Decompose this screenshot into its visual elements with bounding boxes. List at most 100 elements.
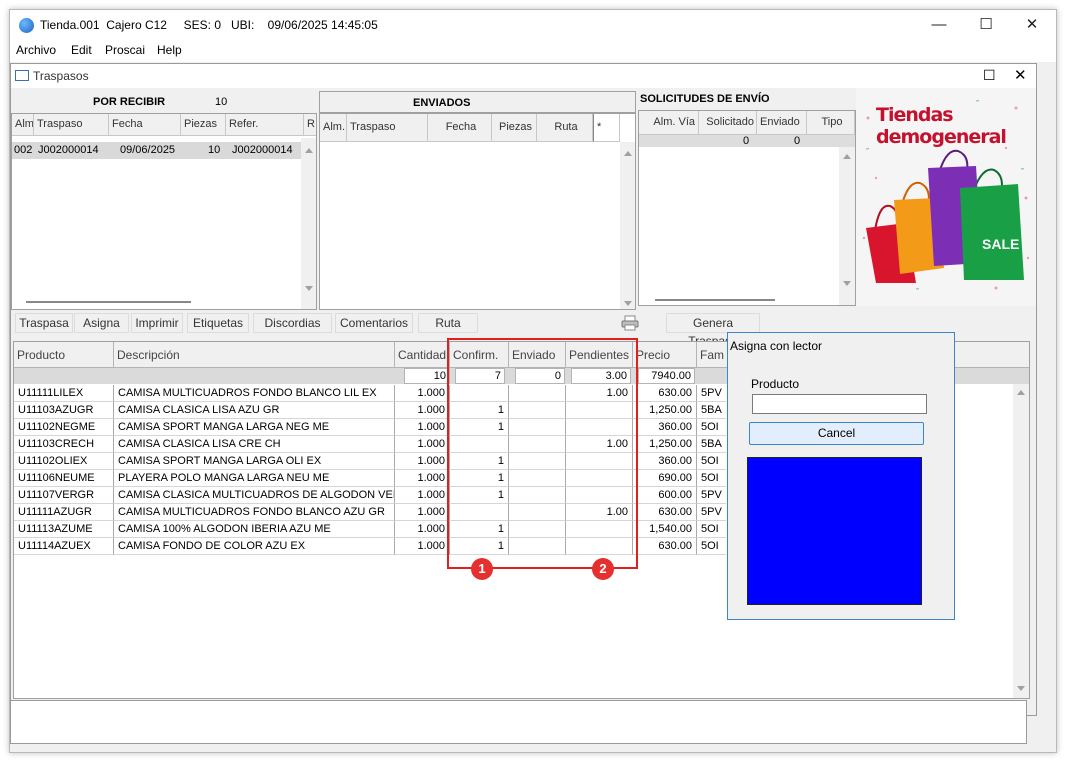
menu-bar: Archivo Edit Proscai Help xyxy=(10,40,1056,62)
cell-descripcion: CAMISA CLASICA LISA AZU GR xyxy=(114,402,395,419)
etiquetas-button[interactable]: Etiquetas xyxy=(187,313,249,333)
cell-descripcion: CAMISA SPORT MANGA LARGA NEG ME xyxy=(114,419,395,436)
solicitudes-vscroll[interactable] xyxy=(839,147,855,305)
maximize-button[interactable]: ☐ xyxy=(963,10,1009,40)
app-globe-icon xyxy=(19,18,34,33)
cell-descripcion: PLAYERA POLO MANGA LARGA NEU ME xyxy=(114,470,395,487)
por-recibir-count: 10 xyxy=(215,96,228,108)
col-r[interactable]: R xyxy=(304,114,316,136)
comentarios-button[interactable]: Comentarios xyxy=(335,313,413,333)
menu-help[interactable]: Help xyxy=(157,43,182,57)
row-fecha: 09/06/2025 xyxy=(120,144,176,156)
cell-producto: U11107VERGR xyxy=(14,487,114,504)
por-recibir-vscroll[interactable] xyxy=(301,138,316,309)
traspasa-button[interactable]: Traspasa xyxy=(15,313,73,333)
col-traspaso[interactable]: Traspaso xyxy=(34,114,109,136)
bottom-strip xyxy=(10,700,1027,744)
cell-fam: 5OI xyxy=(697,470,726,487)
scroll-up-icon[interactable] xyxy=(843,154,851,159)
col-piezas[interactable]: Piezas xyxy=(181,114,226,136)
cell-descripcion: CAMISA SPORT MANGA LARGA OLI EX xyxy=(114,453,395,470)
por-recibir-title: POR RECIBIR xyxy=(93,96,166,108)
scroll-down-icon[interactable] xyxy=(843,281,851,286)
total-enviado: 0 xyxy=(794,135,801,147)
table-row[interactable]: 002 J002000014 09/06/2025 10 J002000014 xyxy=(12,142,301,159)
cancel-button[interactable]: Cancel xyxy=(749,422,924,445)
enviados-grid[interactable]: Alm. Traspaso Fecha Piezas Ruta * xyxy=(319,113,636,310)
products-vscroll[interactable] xyxy=(1013,384,1029,698)
solicitudes-title: SOLICITUDES DE ENVÍO xyxy=(640,93,770,105)
highlight-box xyxy=(447,338,638,569)
producto-input[interactable] xyxy=(752,394,927,414)
enviados-vscroll[interactable] xyxy=(620,142,635,309)
scroll-down-icon[interactable] xyxy=(305,286,313,291)
scroll-up-icon[interactable] xyxy=(1017,390,1025,395)
col-enviado[interactable]: Enviado xyxy=(757,111,807,135)
hscroll-thumb[interactable] xyxy=(655,299,775,301)
cell-fam: 5BA xyxy=(697,402,726,419)
ruta-button[interactable]: Ruta xyxy=(418,313,478,333)
col-refer[interactable]: Refer. xyxy=(226,114,304,136)
menu-edit[interactable]: Edit xyxy=(71,43,92,57)
cell-cantidad: 1.000 xyxy=(395,436,450,453)
scroll-up-icon[interactable] xyxy=(305,148,313,153)
col-descripcion[interactable]: Descripción xyxy=(114,342,395,368)
col-piezas[interactable]: Piezas xyxy=(492,114,537,142)
cell-cantidad: 1.000 xyxy=(395,470,450,487)
solicitudes-grid[interactable]: Alm. Vía Solicitado Enviado Tipo 0 0 xyxy=(638,110,856,306)
imprimir-button[interactable]: Imprimir xyxy=(131,313,183,333)
doc-maximize-button[interactable]: ☐ xyxy=(983,67,996,84)
col-alm[interactable]: Alm. xyxy=(320,114,347,142)
cell-fam: 5PV xyxy=(697,504,726,521)
cell-descripcion: CAMISA 100% ALGODON IBERIA AZU ME xyxy=(114,521,395,538)
col-producto[interactable]: Producto xyxy=(14,342,114,368)
genera-traspaso-button[interactable]: Genera Traspaso xyxy=(666,313,760,348)
discordias-button[interactable]: Discordias xyxy=(253,313,332,333)
menu-archivo[interactable]: Archivo xyxy=(16,43,56,57)
row-traspaso: J002000014 xyxy=(38,144,99,156)
hscroll-thumb[interactable] xyxy=(26,301,191,303)
close-button[interactable]: ✕ xyxy=(1009,10,1055,40)
col-precio[interactable]: Precio xyxy=(633,342,697,368)
printer-icon[interactable] xyxy=(621,315,639,331)
cell-descripcion: CAMISA MULTICUADROS FONDO BLANCO LIL EX xyxy=(114,385,395,402)
col-fecha[interactable]: Fecha xyxy=(428,114,492,142)
col-alm[interactable]: Alm xyxy=(12,114,34,136)
cell-precio: 360.00 xyxy=(633,419,697,436)
minimize-button[interactable]: — xyxy=(916,10,962,40)
col-alm-via[interactable]: Alm. Vía xyxy=(639,111,699,135)
cell-descripcion: CAMISA FONDO DE COLOR AZU EX xyxy=(114,538,395,555)
por-recibir-grid[interactable]: Alm Traspaso Fecha Piezas Refer. R 002 J… xyxy=(11,113,317,310)
traspasos-title-bar: Traspasos ☐ ✕ xyxy=(11,64,1036,88)
promo-sale: SALE xyxy=(982,236,1020,252)
menu-proscai[interactable]: Proscai xyxy=(105,43,145,57)
window-title: Tienda.001 Cajero C12 SES: 0 UBI: 09/06/… xyxy=(40,18,378,32)
cell-fam: 5PV xyxy=(697,385,726,402)
cell-fam: 5OI xyxy=(697,538,726,555)
scroll-up-icon[interactable] xyxy=(624,151,632,156)
col-solicitado[interactable]: Solicitado xyxy=(699,111,757,135)
row-piezas: 10 xyxy=(208,144,221,156)
col-traspaso[interactable]: Traspaso xyxy=(347,114,428,142)
col-fecha[interactable]: Fecha xyxy=(109,114,181,136)
col-alm-label: Alm. xyxy=(653,116,676,128)
col-ruta[interactable]: Ruta xyxy=(537,114,593,142)
col-fam[interactable]: Fam S xyxy=(697,342,729,368)
asigna-lector-dialog: Asigna con lector Producto Cancel xyxy=(727,332,955,620)
callout-badge: 1 xyxy=(471,558,493,580)
col-star[interactable]: * xyxy=(593,114,620,142)
scroll-down-icon[interactable] xyxy=(624,301,632,306)
cell-cantidad: 1.000 xyxy=(395,504,450,521)
cell-precio: 360.00 xyxy=(633,453,697,470)
cell-producto: U11103CRECH xyxy=(14,436,114,453)
col-tipo[interactable]: Tipo xyxy=(807,111,855,135)
doc-close-button[interactable]: ✕ xyxy=(1014,66,1027,84)
scroll-down-icon[interactable] xyxy=(1017,686,1025,691)
cell-descripcion: CAMISA CLASICA LISA CRE CH xyxy=(114,436,395,453)
asigna-button[interactable]: Asigna xyxy=(74,313,129,333)
solicitudes-header: SOLICITUDES DE ENVÍO xyxy=(638,88,856,110)
row-alm: 002 xyxy=(14,144,33,156)
col-cantidad[interactable]: Cantidad xyxy=(395,342,450,368)
scanner-preview xyxy=(747,457,922,605)
col-via-label: Vía xyxy=(678,116,695,128)
